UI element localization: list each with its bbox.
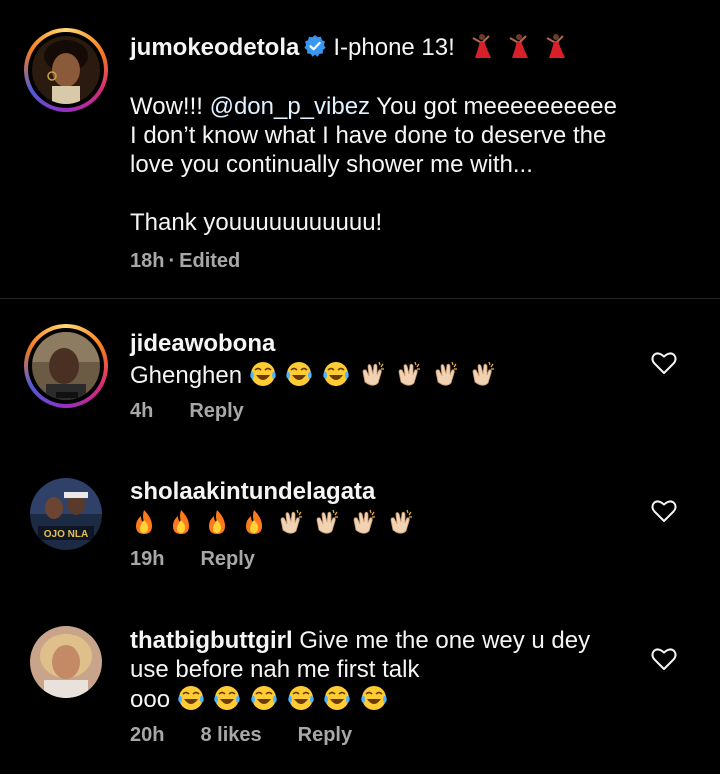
clap-icon [280,509,302,534]
reply-button[interactable]: Reply [298,724,352,746]
comment-text: ooo [130,686,171,713]
laughing-tears-icon [178,686,204,710]
post-meta: 18h · Edited [130,250,276,273]
clap-icon [399,361,421,386]
meta-separator: · [168,250,176,272]
comment-text: Give me the one wey u dey [299,627,591,654]
edited-label: Edited [179,250,241,272]
comment-text: Ghenghen [130,362,243,389]
laughing-tears-icon [286,362,313,386]
post-username[interactable]: jumokeodetola [130,34,299,61]
laughing-tears-icon [361,686,387,710]
comment-time: 19h [130,548,165,570]
laughing-tears-icon [323,362,349,386]
comment-username[interactable]: sholaakintundelagata [130,478,417,506]
heart-icon[interactable] [651,647,677,671]
comment-avatar[interactable] [24,620,108,704]
clap-icon [316,509,339,534]
avatar-photo [30,626,102,698]
avatar-photo [32,36,100,104]
clap-icon [435,361,458,386]
post-title: I-phone 13! [333,34,455,61]
post-body: Wow!!! @don_p_vibez You got meeeeeeeeee … [130,92,617,237]
clap-icon [362,361,384,386]
divider [0,298,720,299]
laughing-tears-icon [214,686,241,710]
comment-meta: 19h Reply [130,548,291,571]
comment-username[interactable]: jideawobona [130,330,499,358]
comment-avatar[interactable]: OJO NLA [24,472,108,556]
comment-emojis [242,361,499,389]
heart-icon[interactable] [651,351,677,375]
reply-button[interactable]: Reply [189,400,243,422]
clap-icon [390,509,412,534]
comment-meta: 20h 8 likes Reply [130,724,388,747]
laughing-tears-icon [250,362,276,386]
post-time: 18h [130,250,165,272]
dancer-icon [472,34,492,58]
clap-icon [353,509,376,534]
comment-time: 4h [130,400,154,422]
comment-time: 20h [130,724,165,746]
dancer-icon [509,34,529,58]
fire-icon [246,510,263,534]
caption-text: Wow!!! [130,93,210,120]
laughing-tears-icon [288,686,314,710]
comment-username[interactable]: thatbigbuttgirl [130,627,293,654]
avatar-photo: OJO NLA [30,478,102,550]
avatar-caption: OJO NLA [44,529,88,540]
fire-icon [209,510,226,534]
caption-text: You got meeeeeeeeee [370,93,617,120]
clap-icon [472,361,494,386]
post-caption: jumokeodetola I-phone 13! Wow!!! @don_p_… [0,0,720,298]
heart-icon[interactable] [651,499,677,523]
reply-button[interactable]: Reply [200,548,254,570]
comment-meta: 4h Reply [130,400,280,423]
comment-emojis [170,686,390,713]
dancer-icon [546,34,565,58]
avatar-photo [32,332,100,400]
post-author-avatar[interactable] [24,28,108,112]
likes-count[interactable]: 8 likes [200,724,261,746]
caption-text: love you continually shower me with... [130,151,533,178]
comment-text: use before nah me first talk [130,656,420,683]
fire-icon [136,510,152,534]
comment-avatar[interactable] [24,324,108,408]
laughing-tears-icon [251,686,277,710]
dancer-emojis [467,34,570,61]
fire-icon [172,510,189,534]
mention-link[interactable]: @don_p_vibez [210,93,370,120]
laughing-tears-icon [324,686,351,710]
verified-badge-icon [304,35,326,57]
comment-emojis [130,509,417,537]
caption-text: Thank youuuuuuuuuuu! [130,209,383,236]
caption-text: I don’t know what I have done to deserve… [130,122,607,149]
